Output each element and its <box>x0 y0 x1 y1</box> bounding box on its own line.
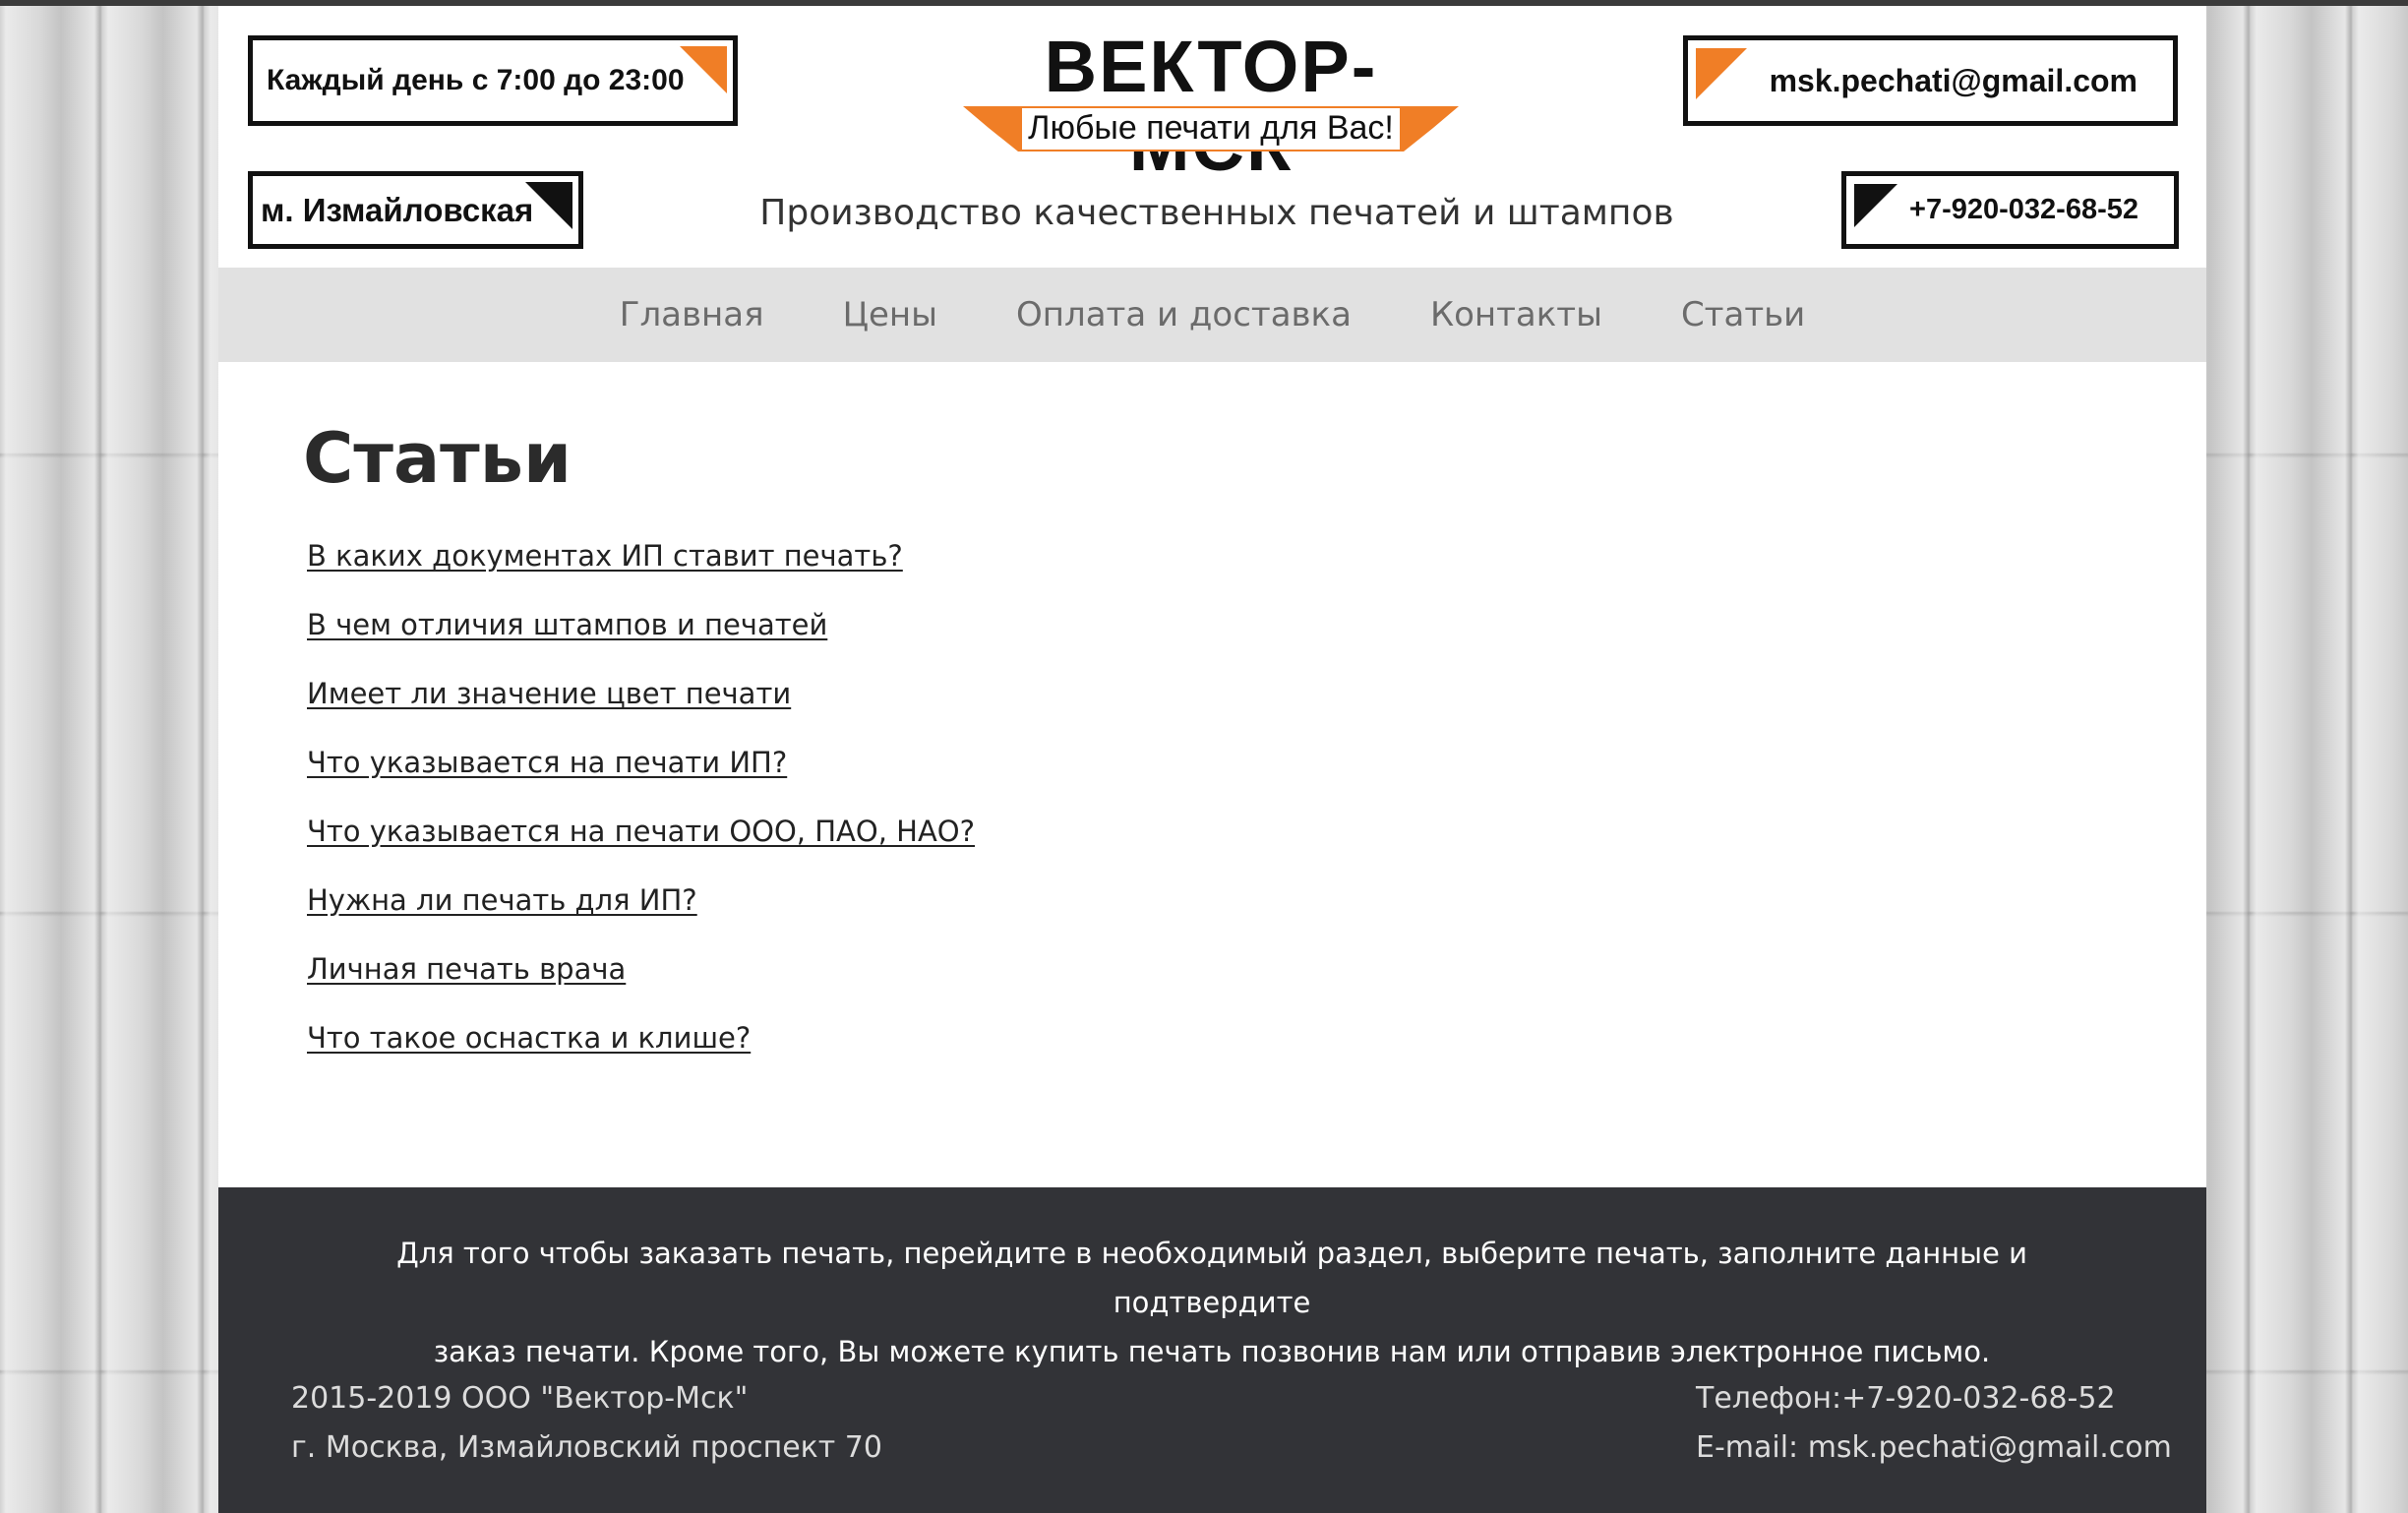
article-link[interactable]: Нужна ли печать для ИП? <box>307 883 697 917</box>
list-item: В чем отличия штампов и печатей <box>307 590 1778 659</box>
list-item: Что такое оснастка и клише? <box>307 1003 1778 1072</box>
article-link[interactable]: Что такое оснастка и клише? <box>307 1021 751 1055</box>
page-title: Статьи <box>303 418 572 499</box>
email-badge-text[interactable]: msk.pechati@gmail.com <box>1770 63 2137 99</box>
black-corner-icon <box>1854 184 1897 227</box>
footer-order-note: Для того чтобы заказать печать, перейдит… <box>317 1229 2107 1376</box>
footer-note-line: Для того чтобы заказать печать, перейдит… <box>396 1237 2027 1319</box>
footer-contacts: Телефон:+7-920-032-68-52 E-mail: msk.pec… <box>1696 1374 2172 1473</box>
metro-station-badge: м. Измайловская <box>248 171 583 249</box>
nav-item-prices[interactable]: Цены <box>804 295 977 334</box>
phone-badge-text[interactable]: +7-920-032-68-52 <box>1909 194 2138 226</box>
list-item: Что указывается на печати ИП? <box>307 728 1778 797</box>
nav-item-home[interactable]: Главная <box>580 295 804 334</box>
black-corner-icon <box>525 182 572 229</box>
list-item: Имеет ли значение цвет печати <box>307 659 1778 728</box>
list-item: Что указывается на печати ООО, ПАО, НАО? <box>307 797 1778 866</box>
article-link[interactable]: Что указывается на печати ООО, ПАО, НАО? <box>307 815 975 848</box>
article-link[interactable]: В каких документах ИП ставит печать? <box>307 539 903 573</box>
list-item: В каких документах ИП ставит печать? <box>307 521 1778 590</box>
orange-corner-icon <box>680 46 727 93</box>
footer-phone[interactable]: Телефон:+7-920-032-68-52 <box>1696 1374 2172 1423</box>
article-link[interactable]: Что указывается на печати ИП? <box>307 746 787 779</box>
main-navigation: Главная Цены Оплата и доставка Контакты … <box>218 268 2206 362</box>
footer-copyright: 2015-2019 ООО "Вектор-Мск" <box>291 1381 749 1416</box>
phone-badge[interactable]: +7-920-032-68-52 <box>1841 171 2179 249</box>
logo-tagline: Любые печати для Вас! <box>1028 109 1394 147</box>
footer-address: г. Москва, Измайловский проспект 70 <box>291 1430 882 1465</box>
footer-email[interactable]: E-mail: msk.pechati@gmail.com <box>1696 1423 2172 1473</box>
page-container: Каждый день с 7:00 до 23:00 м. Измайловс… <box>218 6 2206 1513</box>
footer-note-line: заказ печати. Кроме того, Вы можете купи… <box>433 1335 1991 1368</box>
working-hours-badge: Каждый день с 7:00 до 23:00 <box>248 35 738 126</box>
working-hours-text: Каждый день с 7:00 до 23:00 <box>267 64 685 96</box>
list-item: Личная печать врача <box>307 935 1778 1003</box>
site-footer: Для того чтобы заказать печать, перейдит… <box>218 1187 2206 1513</box>
site-tagline: Производство качественных печатей и штам… <box>759 193 1674 233</box>
article-link[interactable]: В чем отличия штампов и печатей <box>307 608 827 641</box>
nav-item-articles[interactable]: Статьи <box>1642 295 1844 334</box>
nav-item-contacts[interactable]: Контакты <box>1391 295 1642 334</box>
orange-corner-icon <box>1696 48 1747 99</box>
email-badge[interactable]: msk.pechati@gmail.com <box>1683 35 2178 126</box>
article-link[interactable]: Личная печать врача <box>307 952 626 986</box>
footer-company-info: 2015-2019 ООО "Вектор-Мск" г. Москва, Из… <box>291 1374 882 1473</box>
nav-item-payment-delivery[interactable]: Оплата и доставка <box>977 295 1391 334</box>
article-link[interactable]: Имеет ли значение цвет печати <box>307 677 791 710</box>
site-logo[interactable]: ВЕКТОР-МСК Любые печати для Вас! <box>963 28 1459 185</box>
main-content: Статьи В каких документах ИП ставит печа… <box>303 409 1778 1072</box>
article-list: В каких документах ИП ставит печать? В ч… <box>303 521 1778 1072</box>
metro-station-text: м. Измайловская <box>261 191 534 228</box>
list-item: Нужна ли печать для ИП? <box>307 866 1778 935</box>
